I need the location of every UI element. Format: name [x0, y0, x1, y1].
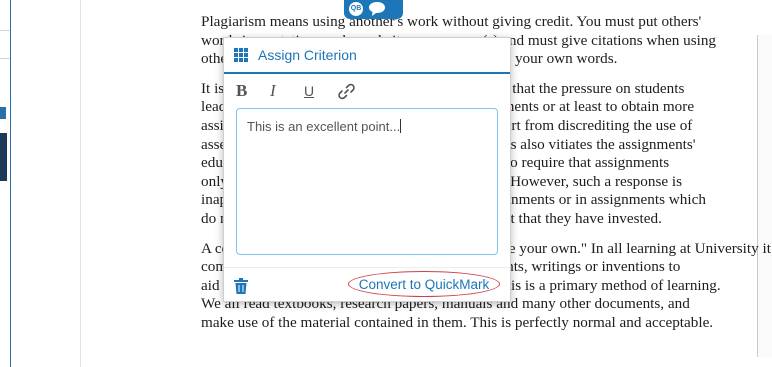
text-line: Plagiarism means using another's work wi… [201, 13, 702, 30]
sidebar-marker[interactable] [0, 107, 6, 119]
qb-label: QB [349, 2, 363, 16]
sidebar-scroll-thumb[interactable] [0, 133, 7, 181]
trash-icon[interactable] [234, 278, 248, 294]
sidebar-divider [0, 30, 10, 31]
comment-text: This is an excellent point... [247, 119, 401, 134]
page-margin-line [80, 0, 81, 367]
left-sidebar [0, 0, 11, 367]
assign-criterion-popup: Assign Criterion B I U This is an excell… [223, 37, 511, 302]
popup-header: Assign Criterion [224, 38, 510, 74]
format-toolbar: B I U [224, 74, 510, 108]
quickmark-badge[interactable]: QB [344, 0, 403, 19]
sidebar-divider [0, 58, 10, 59]
popup-footer: Convert to QuickMark [224, 267, 510, 302]
link-button[interactable] [338, 83, 372, 100]
text-line: make use of the material contained in th… [201, 313, 714, 331]
bold-button[interactable]: B [236, 81, 270, 101]
convert-to-quickmark-button[interactable]: Convert to QuickMark [348, 271, 500, 297]
italic-button[interactable]: I [270, 81, 304, 101]
speech-bubble-icon [369, 2, 385, 16]
link-icon [338, 83, 355, 99]
text-caret [400, 119, 402, 133]
underline-button[interactable]: U [304, 83, 338, 99]
comment-editor[interactable]: This is an excellent point... [236, 108, 498, 255]
grid-icon [234, 48, 248, 62]
popup-title[interactable]: Assign Criterion [258, 47, 357, 63]
